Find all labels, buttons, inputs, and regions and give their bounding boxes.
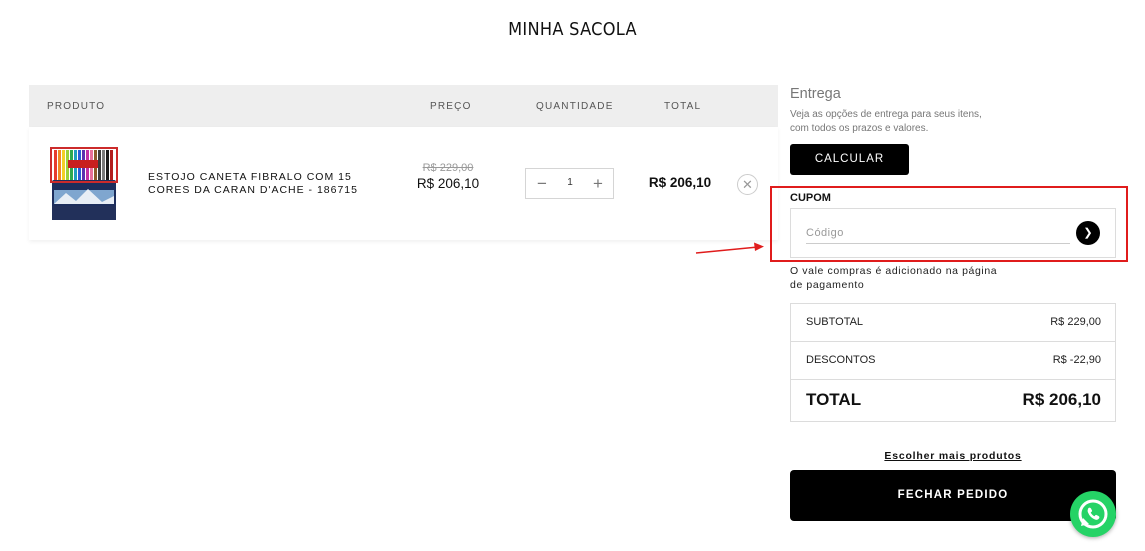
column-header-price: PREÇO: [430, 101, 472, 112]
quantity-stepper: − 1 +: [525, 168, 614, 199]
product-name[interactable]: ESTOJO CANETA FIBRALO COM 15 CORES DA CA…: [148, 171, 398, 197]
total-value: R$ 206,10: [1022, 390, 1101, 409]
subtotal-value: R$ 229,00: [1050, 316, 1101, 328]
plus-icon[interactable]: +: [590, 175, 606, 192]
arrow-annotation-icon: [695, 242, 764, 254]
page-title: MINHA SACOLA: [508, 19, 637, 40]
minus-icon[interactable]: −: [534, 175, 550, 192]
close-icon[interactable]: ✕: [737, 174, 758, 195]
summary-row-discounts: DESCONTOS R$ -22,90: [791, 342, 1115, 380]
coupon-label: CUPOM: [790, 192, 831, 204]
whatsapp-icon[interactable]: [1070, 491, 1116, 537]
choose-more-products-link[interactable]: Escolher mais produtos: [790, 450, 1116, 462]
total-label: TOTAL: [806, 390, 862, 409]
quantity-value[interactable]: 1: [556, 177, 584, 188]
voucher-note: O vale compras é adicionado na página de…: [790, 265, 998, 291]
order-summary: SUBTOTAL R$ 229,00 DESCONTOS R$ -22,90 T…: [790, 303, 1116, 422]
column-header-product: PRODUTO: [47, 101, 106, 112]
summary-row-subtotal: SUBTOTAL R$ 229,00: [791, 304, 1115, 342]
chevron-right-icon[interactable]: ❯: [1076, 221, 1100, 245]
coupon-input[interactable]: [806, 222, 1070, 244]
checkout-button[interactable]: FECHAR PEDIDO: [790, 470, 1116, 521]
summary-row-total: TOTAL R$ 206,10: [791, 380, 1115, 421]
discount-label: DESCONTOS: [806, 354, 876, 366]
calculate-shipping-button[interactable]: CALCULAR: [790, 144, 909, 175]
discount-value: R$ -22,90: [1052, 354, 1101, 366]
subtotal-label: SUBTOTAL: [806, 316, 864, 328]
delivery-description: Veja as opções de entrega para seus iten…: [790, 109, 982, 134]
cart-table-header: PRODUTO PREÇO QUANTIDADE TOTAL: [29, 85, 778, 127]
column-header-quantity: QUANTIDADE: [536, 101, 614, 112]
product-old-price: R$ 229,00: [422, 162, 474, 174]
product-image[interactable]: [48, 146, 120, 222]
delivery-title: Entrega: [790, 86, 841, 102]
column-header-total: TOTAL: [664, 101, 702, 112]
product-price: R$ 206,10: [416, 176, 480, 191]
product-total: R$ 206,10: [648, 175, 712, 190]
